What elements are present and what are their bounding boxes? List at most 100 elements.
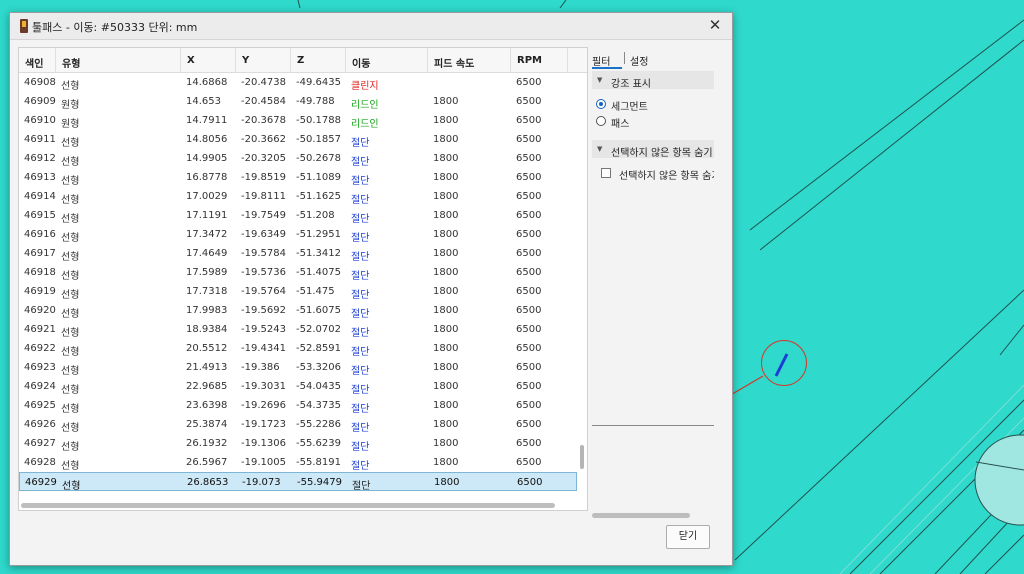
highlight-section-header[interactable]: ▼ 강조 표시 bbox=[592, 71, 714, 90]
table-row[interactable]: 46909 원형 14.653 -20.4584 -49.788 리드인 1800 6500 bbox=[19, 92, 577, 111]
vertical-scroll-thumb[interactable] bbox=[580, 445, 584, 469]
cell-z: -51.1625 bbox=[296, 191, 341, 202]
cell-index: 46919 bbox=[24, 286, 56, 297]
table-row[interactable]: 46914 선형 17.0029 -19.8111 -51.1625 절단 1800 6500 bbox=[19, 187, 577, 206]
cell-rpm: 6500 bbox=[516, 77, 542, 88]
table-row[interactable]: 46923 선형 21.4913 -19.386 -53.3206 절단 1800 6500 bbox=[19, 358, 577, 377]
segment-radio[interactable] bbox=[596, 99, 606, 109]
table-row[interactable]: 46921 선형 18.9384 -19.5243 -52.0702 절단 1800 6500 bbox=[19, 320, 577, 339]
col-header-x[interactable]: X bbox=[187, 55, 195, 66]
table-row[interactable]: 46908 선형 14.6868 -20.4738 -49.6435 클린지 6500 bbox=[19, 73, 577, 92]
table-vertical-scrollbar[interactable] bbox=[577, 73, 587, 510]
col-header-type[interactable]: 유형 bbox=[62, 55, 80, 70]
cell-rpm: 6500 bbox=[516, 419, 542, 430]
table-row[interactable]: 46917 선형 17.4649 -19.5784 -51.3412 절단 1800 6500 bbox=[19, 244, 577, 263]
table-row[interactable]: 46918 선형 17.5989 -19.5736 -51.4075 절단 1800 6500 bbox=[19, 263, 577, 282]
chevron-down-icon: ▼ bbox=[597, 145, 603, 153]
cell-z: -50.1788 bbox=[296, 115, 341, 126]
col-header-z[interactable]: Z bbox=[297, 55, 304, 66]
cell-index: 46915 bbox=[24, 210, 56, 221]
cell-y: -19.1005 bbox=[241, 457, 286, 468]
table-row[interactable]: 46910 원형 14.7911 -20.3678 -50.1788 리드인 1800 650… bbox=[19, 111, 577, 130]
cell-move: 절단 bbox=[351, 442, 370, 453]
cell-x: 17.4649 bbox=[186, 248, 228, 259]
cell-type: 선형 bbox=[61, 157, 80, 168]
cell-index: 46909 bbox=[24, 96, 56, 107]
cell-x: 26.1932 bbox=[186, 438, 228, 449]
col-header-rpm[interactable]: RPM bbox=[517, 55, 542, 66]
cell-z: -55.8191 bbox=[296, 457, 341, 468]
table-row[interactable]: 46924 선형 22.9685 -19.3031 -54.0435 절단 1800 6500 bbox=[19, 377, 577, 396]
cell-x: 17.9983 bbox=[186, 305, 228, 316]
col-header-move[interactable]: 이동 bbox=[352, 55, 370, 70]
cell-z: -51.1089 bbox=[296, 172, 341, 183]
hide-section-header[interactable]: ▼ 선택하지 않은 항목 숨기 bbox=[592, 140, 714, 159]
table-row[interactable]: 46912 선형 14.9905 -20.3205 -50.2678 절단 1800 6500 bbox=[19, 149, 577, 168]
cell-type: 선형 bbox=[61, 442, 80, 453]
cell-type: 선형 bbox=[61, 271, 80, 282]
cell-index: 46929 bbox=[25, 477, 57, 488]
table-row[interactable]: 46922 선형 20.5512 -19.4341 -52.8591 절단 1800 6500 bbox=[19, 339, 577, 358]
cell-y: -19.8111 bbox=[241, 191, 286, 202]
cell-rpm: 6500 bbox=[516, 115, 542, 126]
cell-z: -55.2286 bbox=[296, 419, 341, 430]
active-tab-indicator bbox=[592, 67, 622, 69]
table-row[interactable]: 46927 선형 26.1932 -19.1306 -55.6239 절단 1800 6500 bbox=[19, 434, 577, 453]
cell-y: -19.5243 bbox=[241, 324, 286, 335]
table-row[interactable]: 46926 선형 25.3874 -19.1723 -55.2286 절단 1800 6500 bbox=[19, 415, 577, 434]
toolpath-table: 색인 유형 X Y Z 이동 피드 속도 RPM 46908 선형 14.6868 -… bbox=[18, 47, 588, 511]
cell-feed: 1800 bbox=[433, 172, 459, 183]
cell-type: 선형 bbox=[61, 81, 80, 92]
side-horizontal-scroll-thumb[interactable] bbox=[592, 513, 690, 518]
cell-z: -52.0702 bbox=[296, 324, 341, 335]
table-row-selected[interactable]: 46929 선형 26.8653 -19.073 -55.9479 절단 1800 6500 bbox=[19, 472, 577, 492]
cell-y: -19.7549 bbox=[241, 210, 286, 221]
cell-feed: 1800 bbox=[434, 477, 460, 488]
path-radio[interactable] bbox=[596, 116, 606, 126]
cell-type: 선형 bbox=[61, 233, 80, 244]
cell-move: 리드인 bbox=[351, 100, 379, 111]
cell-y: -19.3031 bbox=[241, 381, 286, 392]
cell-y: -19.073 bbox=[242, 477, 281, 488]
table-row[interactable]: 46928 선형 26.5967 -19.1005 -55.8191 절단 1800 6500 bbox=[19, 453, 577, 472]
horizontal-scroll-thumb[interactable] bbox=[21, 503, 555, 508]
cell-feed: 1800 bbox=[433, 191, 459, 202]
hide-unselected-checkbox[interactable] bbox=[601, 168, 611, 178]
tab-filter[interactable]: 필터 bbox=[592, 53, 610, 68]
cell-index: 46912 bbox=[24, 153, 56, 164]
col-header-index[interactable]: 색인 bbox=[25, 55, 43, 70]
col-header-y[interactable]: Y bbox=[242, 55, 249, 66]
table-row[interactable]: 46913 선형 16.8778 -19.8519 -51.1089 절단 1800 6500 bbox=[19, 168, 577, 187]
cell-index: 46916 bbox=[24, 229, 56, 240]
table-horizontal-scrollbar[interactable] bbox=[19, 500, 587, 510]
highlight-section-label: 강조 표시 bbox=[611, 79, 651, 90]
cell-z: -50.2678 bbox=[296, 153, 341, 164]
cell-type: 선형 bbox=[61, 366, 80, 377]
cell-y: -20.3205 bbox=[241, 153, 286, 164]
cell-rpm: 6500 bbox=[516, 229, 542, 240]
tab-settings[interactable]: 설정 bbox=[630, 53, 648, 68]
table-row[interactable]: 46911 선형 14.8056 -20.3662 -50.1857 절단 1800 6500 bbox=[19, 130, 577, 149]
cell-z: -53.3206 bbox=[296, 362, 341, 373]
cell-feed: 1800 bbox=[433, 324, 459, 335]
table-row[interactable]: 46919 선형 17.7318 -19.5764 -51.475 절단 1800 6500 bbox=[19, 282, 577, 301]
table-row[interactable]: 46925 선형 23.6398 -19.2696 -54.3735 절단 1800 6500 bbox=[19, 396, 577, 415]
cell-rpm: 6500 bbox=[516, 400, 542, 411]
cell-type: 선형 bbox=[61, 328, 80, 339]
cell-x: 17.0029 bbox=[186, 191, 228, 202]
close-button[interactable]: 닫기 bbox=[666, 525, 710, 549]
cell-y: -19.2696 bbox=[241, 400, 286, 411]
cell-feed: 1800 bbox=[433, 96, 459, 107]
close-icon[interactable]: ✕ bbox=[706, 16, 724, 34]
table-row[interactable]: 46920 선형 17.9983 -19.5692 -51.6075 절단 1800 6500 bbox=[19, 301, 577, 320]
table-row[interactable]: 46915 선형 17.1191 -19.7549 -51.208 절단 1800 6500 bbox=[19, 206, 577, 225]
cell-y: -19.386 bbox=[241, 362, 280, 373]
cell-rpm: 6500 bbox=[516, 191, 542, 202]
cell-type: 선형 bbox=[62, 481, 81, 492]
col-header-feed[interactable]: 피드 속도 bbox=[434, 55, 474, 70]
chevron-down-icon: ▼ bbox=[597, 76, 603, 84]
cell-x: 17.7318 bbox=[186, 286, 228, 297]
dialog-titlebar[interactable]: 툴패스 - 이동: #50333 단위: mm ✕ bbox=[10, 13, 732, 40]
table-row[interactable]: 46916 선형 17.3472 -19.6349 -51.2951 절단 1800 6500 bbox=[19, 225, 577, 244]
cell-feed: 1800 bbox=[433, 248, 459, 259]
